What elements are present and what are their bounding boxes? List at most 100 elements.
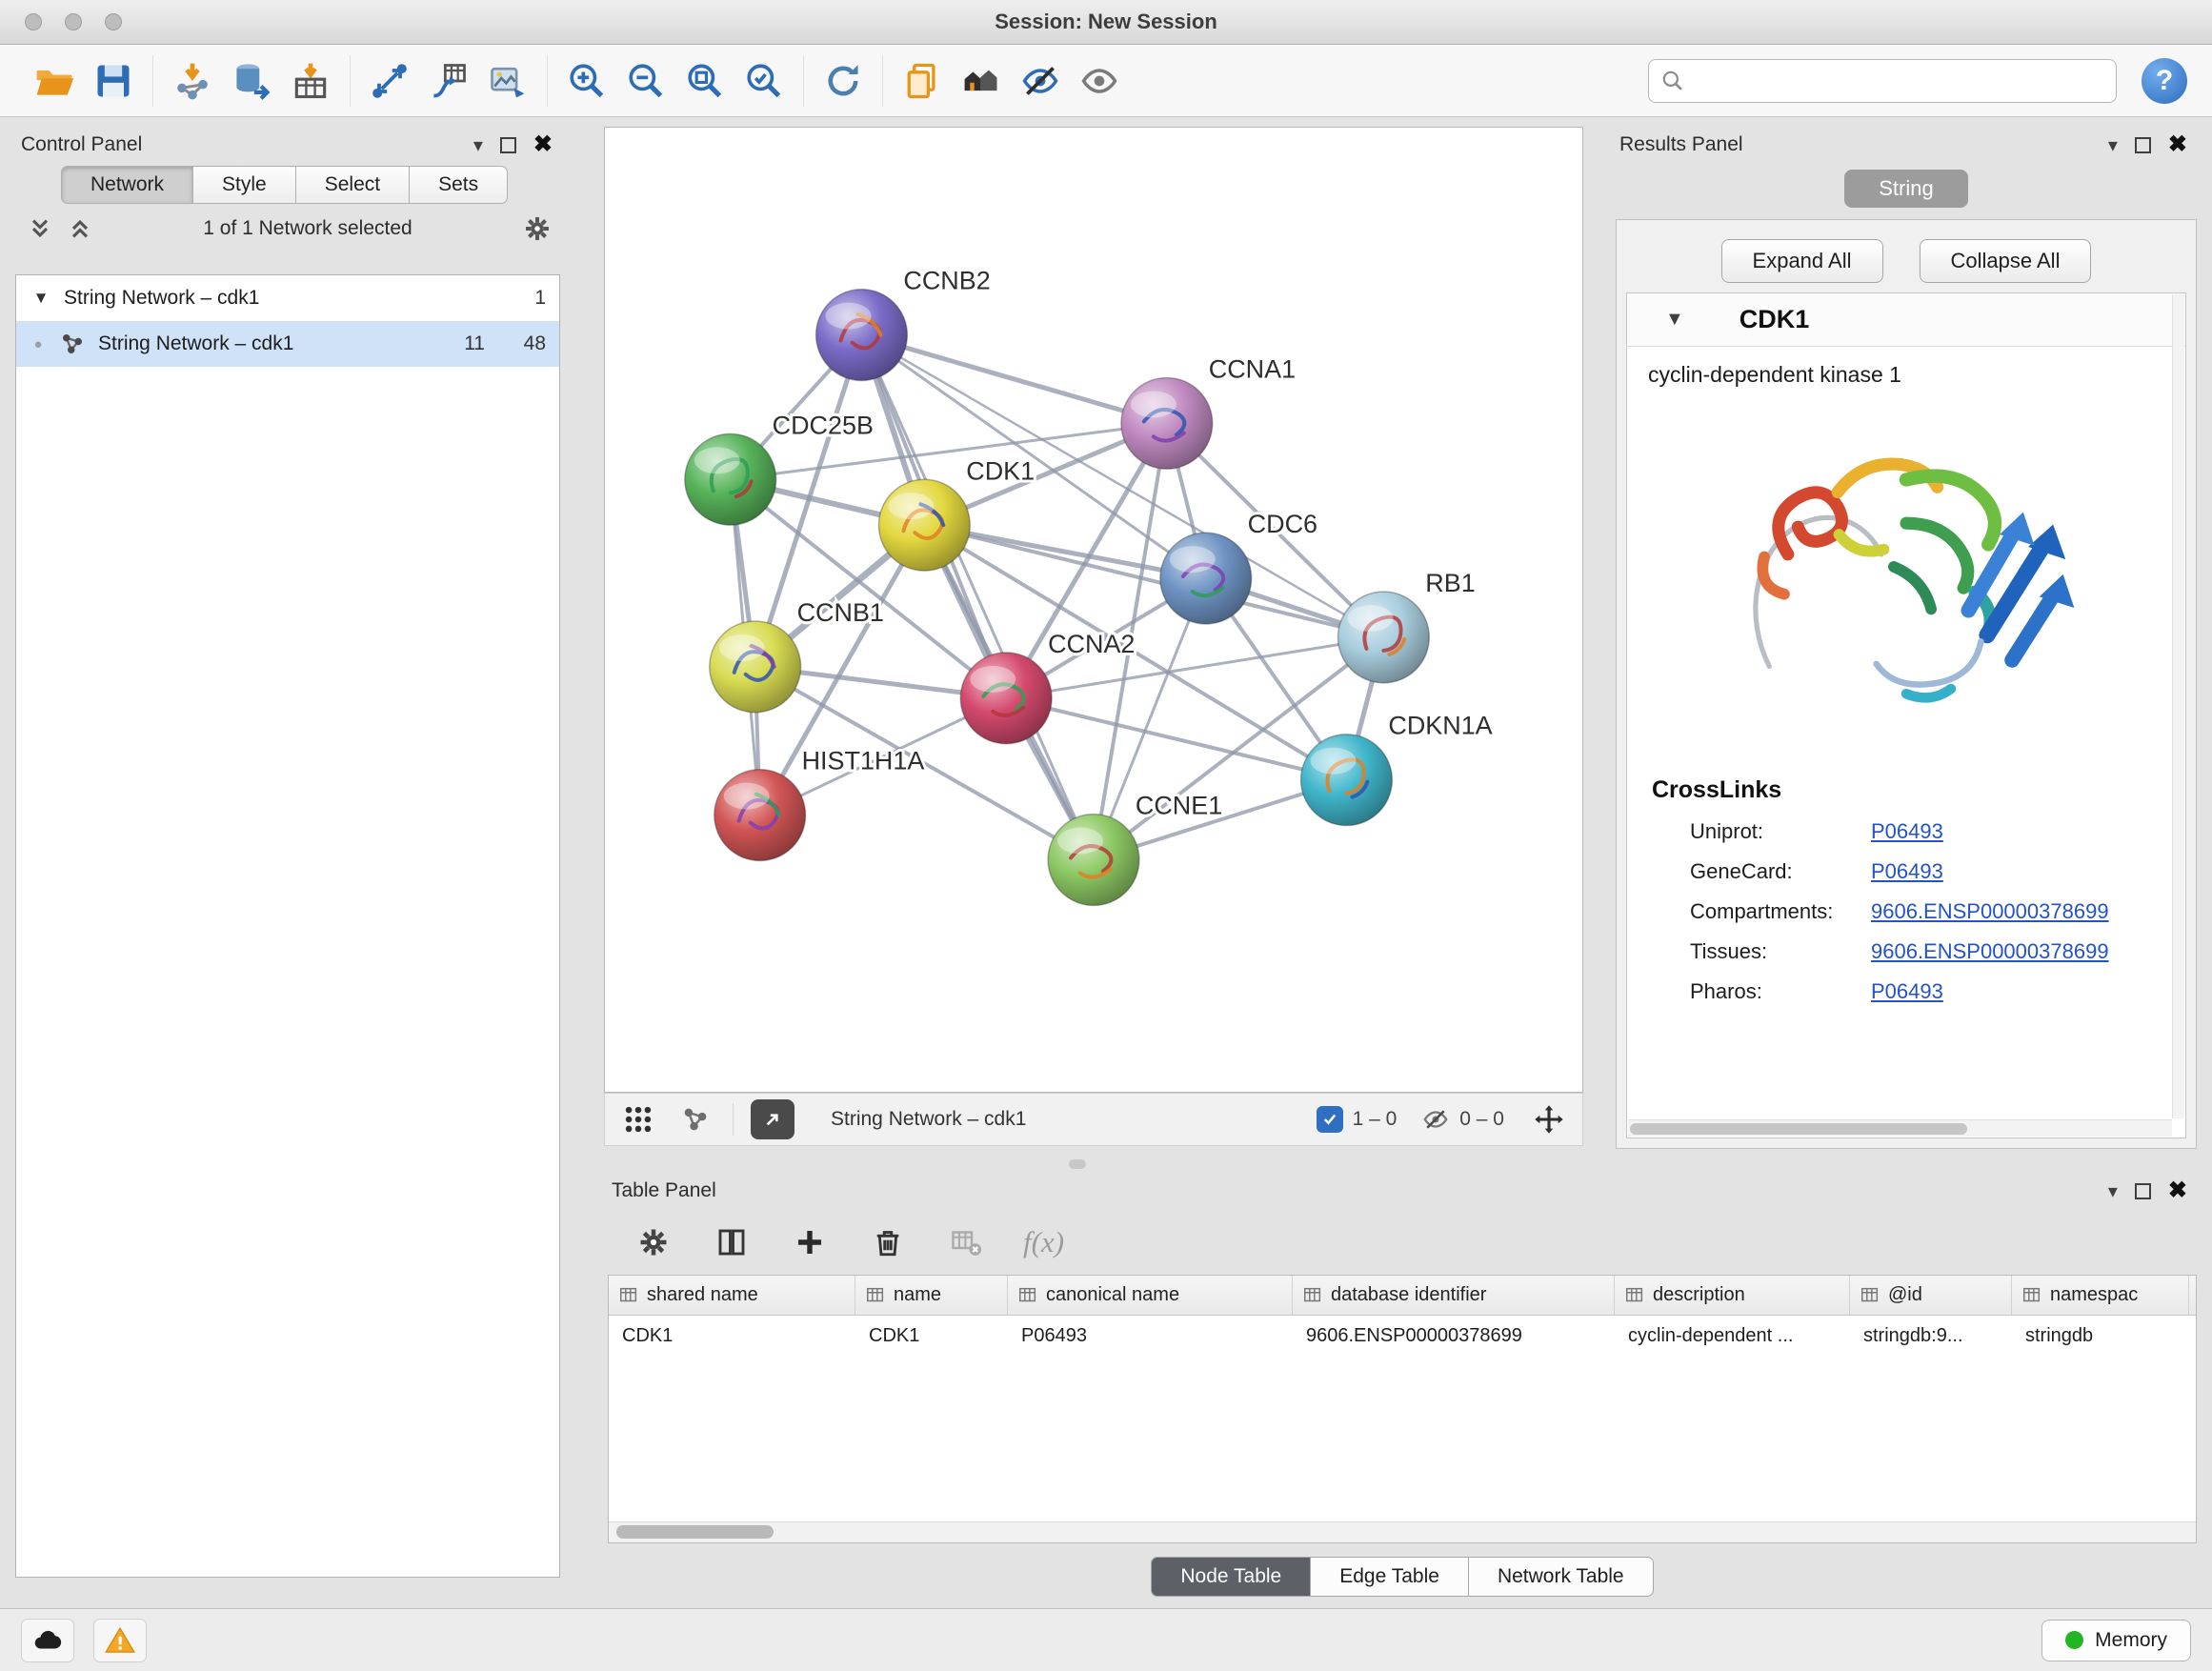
show-all-button[interactable] — [1074, 55, 1125, 107]
network-overview-button[interactable] — [955, 55, 1007, 107]
card-vertical-scrollbar[interactable] — [2172, 294, 2184, 1118]
table-horizontal-scrollbar[interactable] — [609, 1521, 2196, 1542]
hide-selected-button[interactable] — [1015, 55, 1066, 107]
network-node-cdc6[interactable] — [1160, 533, 1252, 624]
table-panel-menu-icon[interactable]: ▾ — [2108, 1179, 2118, 1203]
selected-checkbox-icon[interactable] — [1317, 1106, 1343, 1133]
column-header-name[interactable]: name — [855, 1276, 1008, 1315]
collapse-all-icon[interactable] — [27, 215, 53, 242]
duplicate-network-button[interactable] — [896, 55, 948, 107]
column-header-shared-name[interactable]: shared name — [609, 1276, 855, 1315]
crosslink-link[interactable]: 9606.ENSP00000378699 — [1871, 899, 2109, 924]
column-header-description[interactable]: description — [1615, 1276, 1850, 1315]
import-table-button[interactable] — [285, 55, 336, 107]
tab-network[interactable]: Network — [61, 166, 193, 204]
expand-all-button[interactable]: Expand All — [1721, 239, 1883, 283]
tab-sets[interactable]: Sets — [410, 166, 508, 204]
table-row[interactable]: CDK1CDK1P064939606.ENSP00000378699cyclin… — [609, 1316, 2196, 1356]
tab-edge-table[interactable]: Edge Table — [1311, 1557, 1469, 1597]
show-columns-icon[interactable] — [711, 1221, 753, 1263]
table-cell[interactable]: stringdb — [2012, 1316, 2189, 1356]
network-edge[interactable] — [861, 335, 1094, 860]
table-cell[interactable]: CDK1 — [609, 1316, 855, 1356]
tab-string[interactable]: String — [1844, 170, 1967, 208]
delete-table-icon[interactable] — [945, 1221, 987, 1263]
grid-view-icon[interactable] — [618, 1099, 658, 1139]
tree-collapse-icon[interactable]: ▼ — [30, 289, 52, 308]
column-header-canonical-name[interactable]: canonical name — [1008, 1276, 1293, 1315]
apply-layout-button[interactable] — [817, 55, 869, 107]
table-panel-close-icon[interactable]: ✖ — [2168, 1179, 2187, 1202]
network-edge[interactable] — [861, 335, 1166, 424]
close-window-button[interactable] — [25, 13, 42, 30]
minimize-window-button[interactable] — [65, 13, 82, 30]
crosslink-link[interactable]: P06493 — [1871, 859, 1943, 884]
tab-select[interactable]: Select — [296, 166, 410, 204]
results-panel-close-icon[interactable]: ✖ — [2168, 133, 2187, 156]
network-node-ccne1[interactable] — [1048, 815, 1139, 906]
network-node-rb1[interactable] — [1337, 592, 1429, 683]
table-settings-gear-icon[interactable] — [633, 1221, 674, 1263]
network-node-cdk1[interactable] — [878, 479, 970, 571]
function-builder-icon[interactable]: f(x) — [1023, 1225, 1064, 1259]
network-collection-row[interactable]: ▼ String Network – cdk1 1 — [16, 275, 559, 321]
network-edge[interactable] — [1006, 698, 1346, 780]
table-cell[interactable]: P06493 — [1008, 1316, 1293, 1356]
column-header-database-identifier[interactable]: database identifier — [1293, 1276, 1615, 1315]
control-panel-float-icon[interactable] — [500, 137, 516, 153]
gear-icon[interactable] — [522, 213, 553, 244]
network-node-ccnb1[interactable] — [710, 621, 801, 713]
zoom-out-button[interactable] — [620, 55, 672, 107]
import-network-file-button[interactable] — [167, 55, 218, 107]
detach-view-button[interactable] — [751, 1099, 794, 1139]
results-panel-float-icon[interactable] — [2135, 137, 2151, 153]
warnings-button[interactable] — [93, 1619, 147, 1662]
crosslink-link[interactable]: 9606.ENSP00000378699 — [1871, 939, 2109, 964]
control-panel-menu-icon[interactable]: ▾ — [473, 133, 483, 157]
network-node-ccnb2[interactable] — [816, 290, 908, 381]
network-node-cdkn1a[interactable] — [1301, 735, 1393, 826]
crosslink-link[interactable]: P06493 — [1871, 979, 1943, 1004]
column-header-namespac[interactable]: namespac — [2012, 1276, 2189, 1315]
network-node-cdc25b[interactable] — [685, 433, 776, 525]
add-column-icon[interactable] — [789, 1221, 831, 1263]
memory-button[interactable]: Memory — [2041, 1620, 2191, 1661]
open-session-button[interactable] — [29, 55, 80, 107]
protein-card-collapse-icon[interactable]: ▼ — [1665, 309, 1684, 331]
save-session-button[interactable] — [88, 55, 139, 107]
new-network-button[interactable] — [364, 55, 415, 107]
card-horizontal-scrollbar[interactable] — [1628, 1119, 2172, 1137]
table-panel-float-icon[interactable] — [2135, 1183, 2151, 1199]
search-input[interactable] — [1695, 70, 2104, 92]
tab-node-table[interactable]: Node Table — [1151, 1557, 1311, 1597]
expand-all-icon[interactable] — [67, 215, 93, 242]
table-cell[interactable]: CDK1 — [855, 1316, 1008, 1356]
tab-style[interactable]: Style — [193, 166, 296, 204]
export-table-button[interactable] — [423, 55, 474, 107]
export-image-button[interactable] — [482, 55, 533, 107]
tab-network-table[interactable]: Network Table — [1469, 1557, 1654, 1597]
network-list-icon[interactable] — [675, 1099, 715, 1139]
help-button[interactable]: ? — [2142, 58, 2187, 104]
network-row[interactable]: ● String Network – cdk1 11 48 — [16, 321, 559, 367]
network-node-ccna1[interactable] — [1121, 377, 1213, 469]
network-node-hist1h1a[interactable] — [714, 770, 806, 861]
zoom-fit-button[interactable] — [679, 55, 731, 107]
delete-column-trash-icon[interactable] — [867, 1221, 909, 1263]
table-cell[interactable]: cyclin-dependent ... — [1615, 1316, 1850, 1356]
zoom-window-button[interactable] — [105, 13, 122, 30]
import-network-database-button[interactable] — [226, 55, 277, 107]
network-canvas[interactable]: CCNB2CCNA1CDC25BCDK1CDC6RB1CCNB1CCNA2CDK… — [604, 127, 1583, 1093]
pan-move-icon[interactable] — [1529, 1099, 1569, 1139]
network-node-ccna2[interactable] — [960, 653, 1052, 744]
column-header--id[interactable]: @id — [1850, 1276, 2012, 1315]
table-cell[interactable]: 9606.ENSP00000378699 — [1293, 1316, 1615, 1356]
zoom-in-button[interactable] — [561, 55, 613, 107]
table-cell[interactable]: stringdb:9... — [1850, 1316, 2012, 1356]
crosslink-link[interactable]: P06493 — [1871, 819, 1943, 844]
control-panel-close-icon[interactable]: ✖ — [533, 133, 553, 156]
panel-resize-handle[interactable] — [1069, 1159, 1086, 1169]
collapse-all-button[interactable]: Collapse All — [1920, 239, 2092, 283]
zoom-selected-button[interactable] — [738, 55, 790, 107]
results-panel-menu-icon[interactable]: ▾ — [2108, 133, 2118, 157]
